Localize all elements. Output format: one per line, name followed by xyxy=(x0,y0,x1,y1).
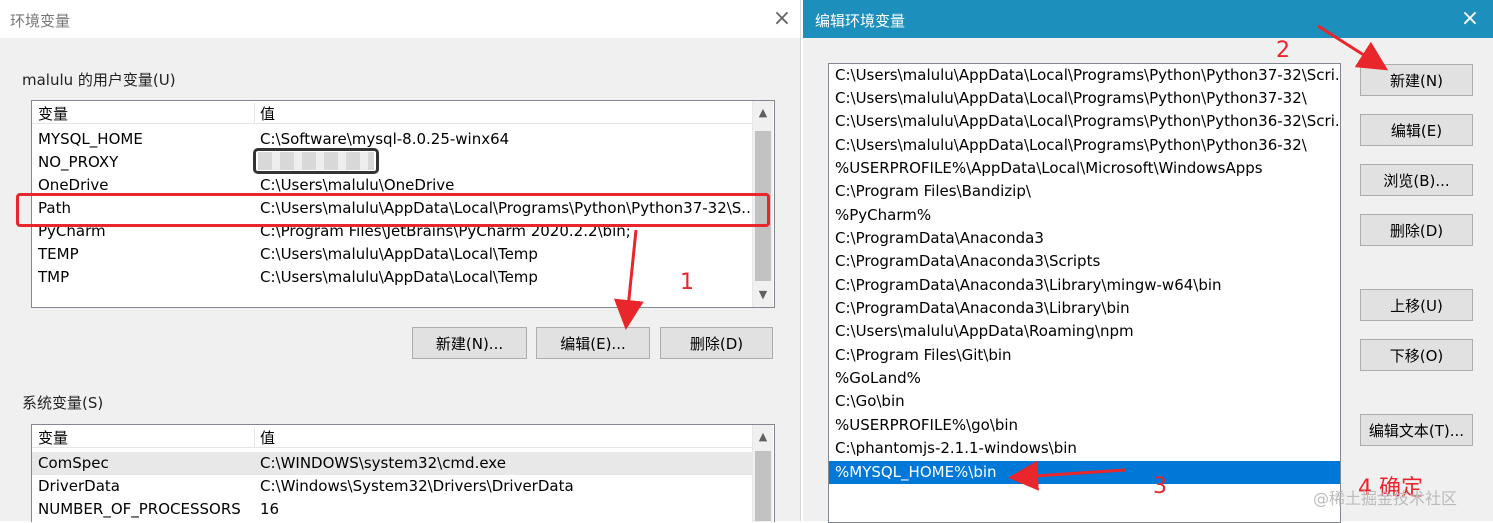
list-item[interactable]: C:\Users\malulu\AppData\Local\Programs\P… xyxy=(829,110,1340,133)
list-item[interactable]: %GoLand% xyxy=(829,367,1340,390)
var-name: NO_PROXY xyxy=(38,153,119,171)
list-item[interactable]: %PyCharm% xyxy=(829,204,1340,227)
var-value: C:\WINDOWS\system32\cmd.exe xyxy=(260,454,506,472)
list-item[interactable]: C:\Program Files\Git\bin xyxy=(829,344,1340,367)
path-entry-text: C:\Users\malulu\AppData\Local\Programs\P… xyxy=(835,136,1307,154)
system-vars-label: 系统变量(S) xyxy=(22,394,104,412)
var-value: C:\Users\malulu\AppData\Local\Temp xyxy=(260,268,538,286)
user-vars-label: malulu 的用户变量(U) xyxy=(22,71,176,89)
path-delete-button[interactable]: 删除(D) xyxy=(1360,214,1473,246)
annotation-step-1: 1 xyxy=(680,270,694,295)
table-row[interactable]: TMP C:\Users\malulu\AppData\Local\Temp xyxy=(32,266,752,289)
path-entry-text: C:\ProgramData\Anaconda3 xyxy=(835,229,1044,247)
path-entry-text: C:\Users\malulu\AppData\Local\Programs\P… xyxy=(835,112,1341,130)
var-value: C:\Software\mysql-8.0.25-winx64 xyxy=(260,130,510,148)
system-vars-header: 变量 值 xyxy=(32,425,752,448)
path-browse-button[interactable]: 浏览(B)... xyxy=(1360,164,1473,196)
list-item[interactable]: C:\Go\bin xyxy=(829,390,1340,413)
system-vars-list[interactable]: 变量 值 ComSpec C:\WINDOWS\system32\cmd.exe… xyxy=(31,424,775,522)
watermark: @稀土掘金技术社区 xyxy=(1313,489,1458,508)
user-delete-button[interactable]: 删除(D) xyxy=(660,327,773,359)
col-header-name[interactable]: 变量 xyxy=(38,103,255,123)
table-row[interactable]: NUMBER_OF_PROCESSORS 16 xyxy=(32,498,752,521)
edit-env-var-titlebar: 编辑环境变量 × xyxy=(803,0,1493,38)
col-header-name[interactable]: 变量 xyxy=(38,427,255,447)
path-entry-list[interactable]: C:\Users\malulu\AppData\Local\Programs\P… xyxy=(828,63,1341,523)
path-move-up-button[interactable]: 上移(U) xyxy=(1360,289,1473,321)
list-item[interactable]: C:\Program Files\Bandizip\ xyxy=(829,180,1340,203)
var-name: DriverData xyxy=(38,477,120,495)
path-entry-text: %GoLand% xyxy=(835,369,921,387)
env-vars-titlebar: 环境变量 × xyxy=(0,0,800,38)
path-edit-button[interactable]: 编辑(E) xyxy=(1360,114,1473,146)
var-value: C:\Windows\System32\Drivers\DriverData xyxy=(260,477,574,495)
scroll-up-icon[interactable]: ▲ xyxy=(753,103,773,123)
path-entry-text: C:\Go\bin xyxy=(835,392,905,410)
list-item[interactable]: C:\ProgramData\Anaconda3\Library\bin xyxy=(829,297,1340,320)
scroll-up-icon[interactable]: ▲ xyxy=(753,427,773,447)
list-item[interactable]: %USERPROFILE%\AppData\Local\Microsoft\Wi… xyxy=(829,157,1340,180)
path-entry-text: C:\Program Files\Git\bin xyxy=(835,346,1012,364)
var-name: TEMP xyxy=(38,245,79,263)
path-entry-text: C:\ProgramData\Anaconda3\Library\bin xyxy=(835,299,1130,317)
table-row[interactable]: DriverData C:\Windows\System32\Drivers\D… xyxy=(32,475,752,498)
user-edit-button[interactable]: 编辑(E)... xyxy=(536,327,650,359)
edit-env-var-close-icon[interactable]: × xyxy=(1455,4,1485,34)
system-vars-scrollbar[interactable]: ▲ xyxy=(752,425,773,522)
list-item[interactable]: C:\ProgramData\Anaconda3\Scripts xyxy=(829,250,1340,273)
var-name: TMP xyxy=(38,268,70,286)
list-item[interactable]: C:\Users\malulu\AppData\Local\Programs\P… xyxy=(829,87,1340,110)
path-entry-text: C:\Users\malulu\AppData\Roaming\npm xyxy=(835,322,1134,340)
path-entry-text: C:\Program Files\Bandizip\ xyxy=(835,182,1031,200)
list-item[interactable]: %USERPROFILE%\go\bin xyxy=(829,414,1340,437)
table-row[interactable]: NO_PROXY xyxy=(32,151,752,174)
path-entry-text: %USERPROFILE%\AppData\Local\Microsoft\Wi… xyxy=(835,159,1263,177)
path-edit-text-button[interactable]: 编辑文本(T)... xyxy=(1360,414,1473,446)
path-entry-text: C:\ProgramData\Anaconda3\Scripts xyxy=(835,252,1101,270)
var-name: MYSQL_HOME xyxy=(38,130,143,148)
scroll-down-icon[interactable]: ▼ xyxy=(753,285,773,305)
edit-env-var-window: 编辑环境变量 × C:\Users\malulu\AppData\Local\P… xyxy=(803,0,1493,523)
list-item-selected[interactable]: %MYSQL_HOME%\bin xyxy=(829,461,1340,484)
col-header-value[interactable]: 值 xyxy=(260,427,740,447)
env-vars-window: 环境变量 × malulu 的用户变量(U) 变量 值 MYSQL_HOME C… xyxy=(0,0,801,522)
env-vars-close-icon[interactable]: × xyxy=(767,4,797,34)
var-value: C:\Users\malulu\AppData\Local\Temp xyxy=(260,245,538,263)
path-entry-text: C:\Users\malulu\AppData\Local\Programs\P… xyxy=(835,89,1307,107)
list-item[interactable]: C:\ProgramData\Anaconda3\Library\mingw-w… xyxy=(829,274,1340,297)
table-row[interactable]: MYSQL_HOME C:\Software\mysql-8.0.25-winx… xyxy=(32,128,752,151)
list-item[interactable]: C:\Users\malulu\AppData\Local\Programs\P… xyxy=(829,64,1340,87)
path-entry-text: C:\Users\malulu\AppData\Local\Programs\P… xyxy=(835,66,1341,84)
annotation-step-2: 2 xyxy=(1276,38,1290,63)
list-item[interactable]: C:\phantomjs-2.1.1-windows\bin xyxy=(829,437,1340,460)
col-header-value[interactable]: 值 xyxy=(260,103,740,123)
var-value: C:\Users\malulu\OneDrive xyxy=(260,176,455,194)
path-entry-text: %USERPROFILE%\go\bin xyxy=(835,416,1019,434)
env-vars-title: 环境变量 xyxy=(10,12,71,30)
path-entry-text: C:\phantomjs-2.1.1-windows\bin xyxy=(835,439,1077,457)
redaction-highlight-box xyxy=(253,148,379,174)
var-name: NUMBER_OF_PROCESSORS xyxy=(38,500,241,518)
path-new-button[interactable]: 新建(N) xyxy=(1360,64,1473,96)
user-new-button[interactable]: 新建(N)... xyxy=(412,327,527,359)
path-entry-text: %PyCharm% xyxy=(835,206,932,224)
list-item[interactable]: C:\Users\malulu\AppData\Roaming\npm xyxy=(829,320,1340,343)
path-move-down-button[interactable]: 下移(O) xyxy=(1360,339,1473,371)
list-item[interactable]: C:\Users\malulu\AppData\Local\Programs\P… xyxy=(829,134,1340,157)
var-value: 16 xyxy=(260,500,280,518)
var-name: ComSpec xyxy=(38,454,109,472)
table-row[interactable]: TEMP C:\Users\malulu\AppData\Local\Temp xyxy=(32,243,752,266)
list-item[interactable]: C:\ProgramData\Anaconda3 xyxy=(829,227,1340,250)
path-entry-text: C:\ProgramData\Anaconda3\Library\mingw-w… xyxy=(835,276,1222,294)
table-row[interactable]: ComSpec C:\WINDOWS\system32\cmd.exe xyxy=(32,452,752,475)
path-row-highlight xyxy=(16,193,770,227)
path-entry-text: %MYSQL_HOME%\bin xyxy=(835,463,997,481)
var-name: OneDrive xyxy=(38,176,109,194)
edit-env-var-title: 编辑环境变量 xyxy=(815,12,906,30)
user-vars-header: 变量 值 xyxy=(32,101,752,124)
annotation-step-3: 3 xyxy=(1153,474,1167,499)
scroll-thumb[interactable] xyxy=(755,451,771,521)
